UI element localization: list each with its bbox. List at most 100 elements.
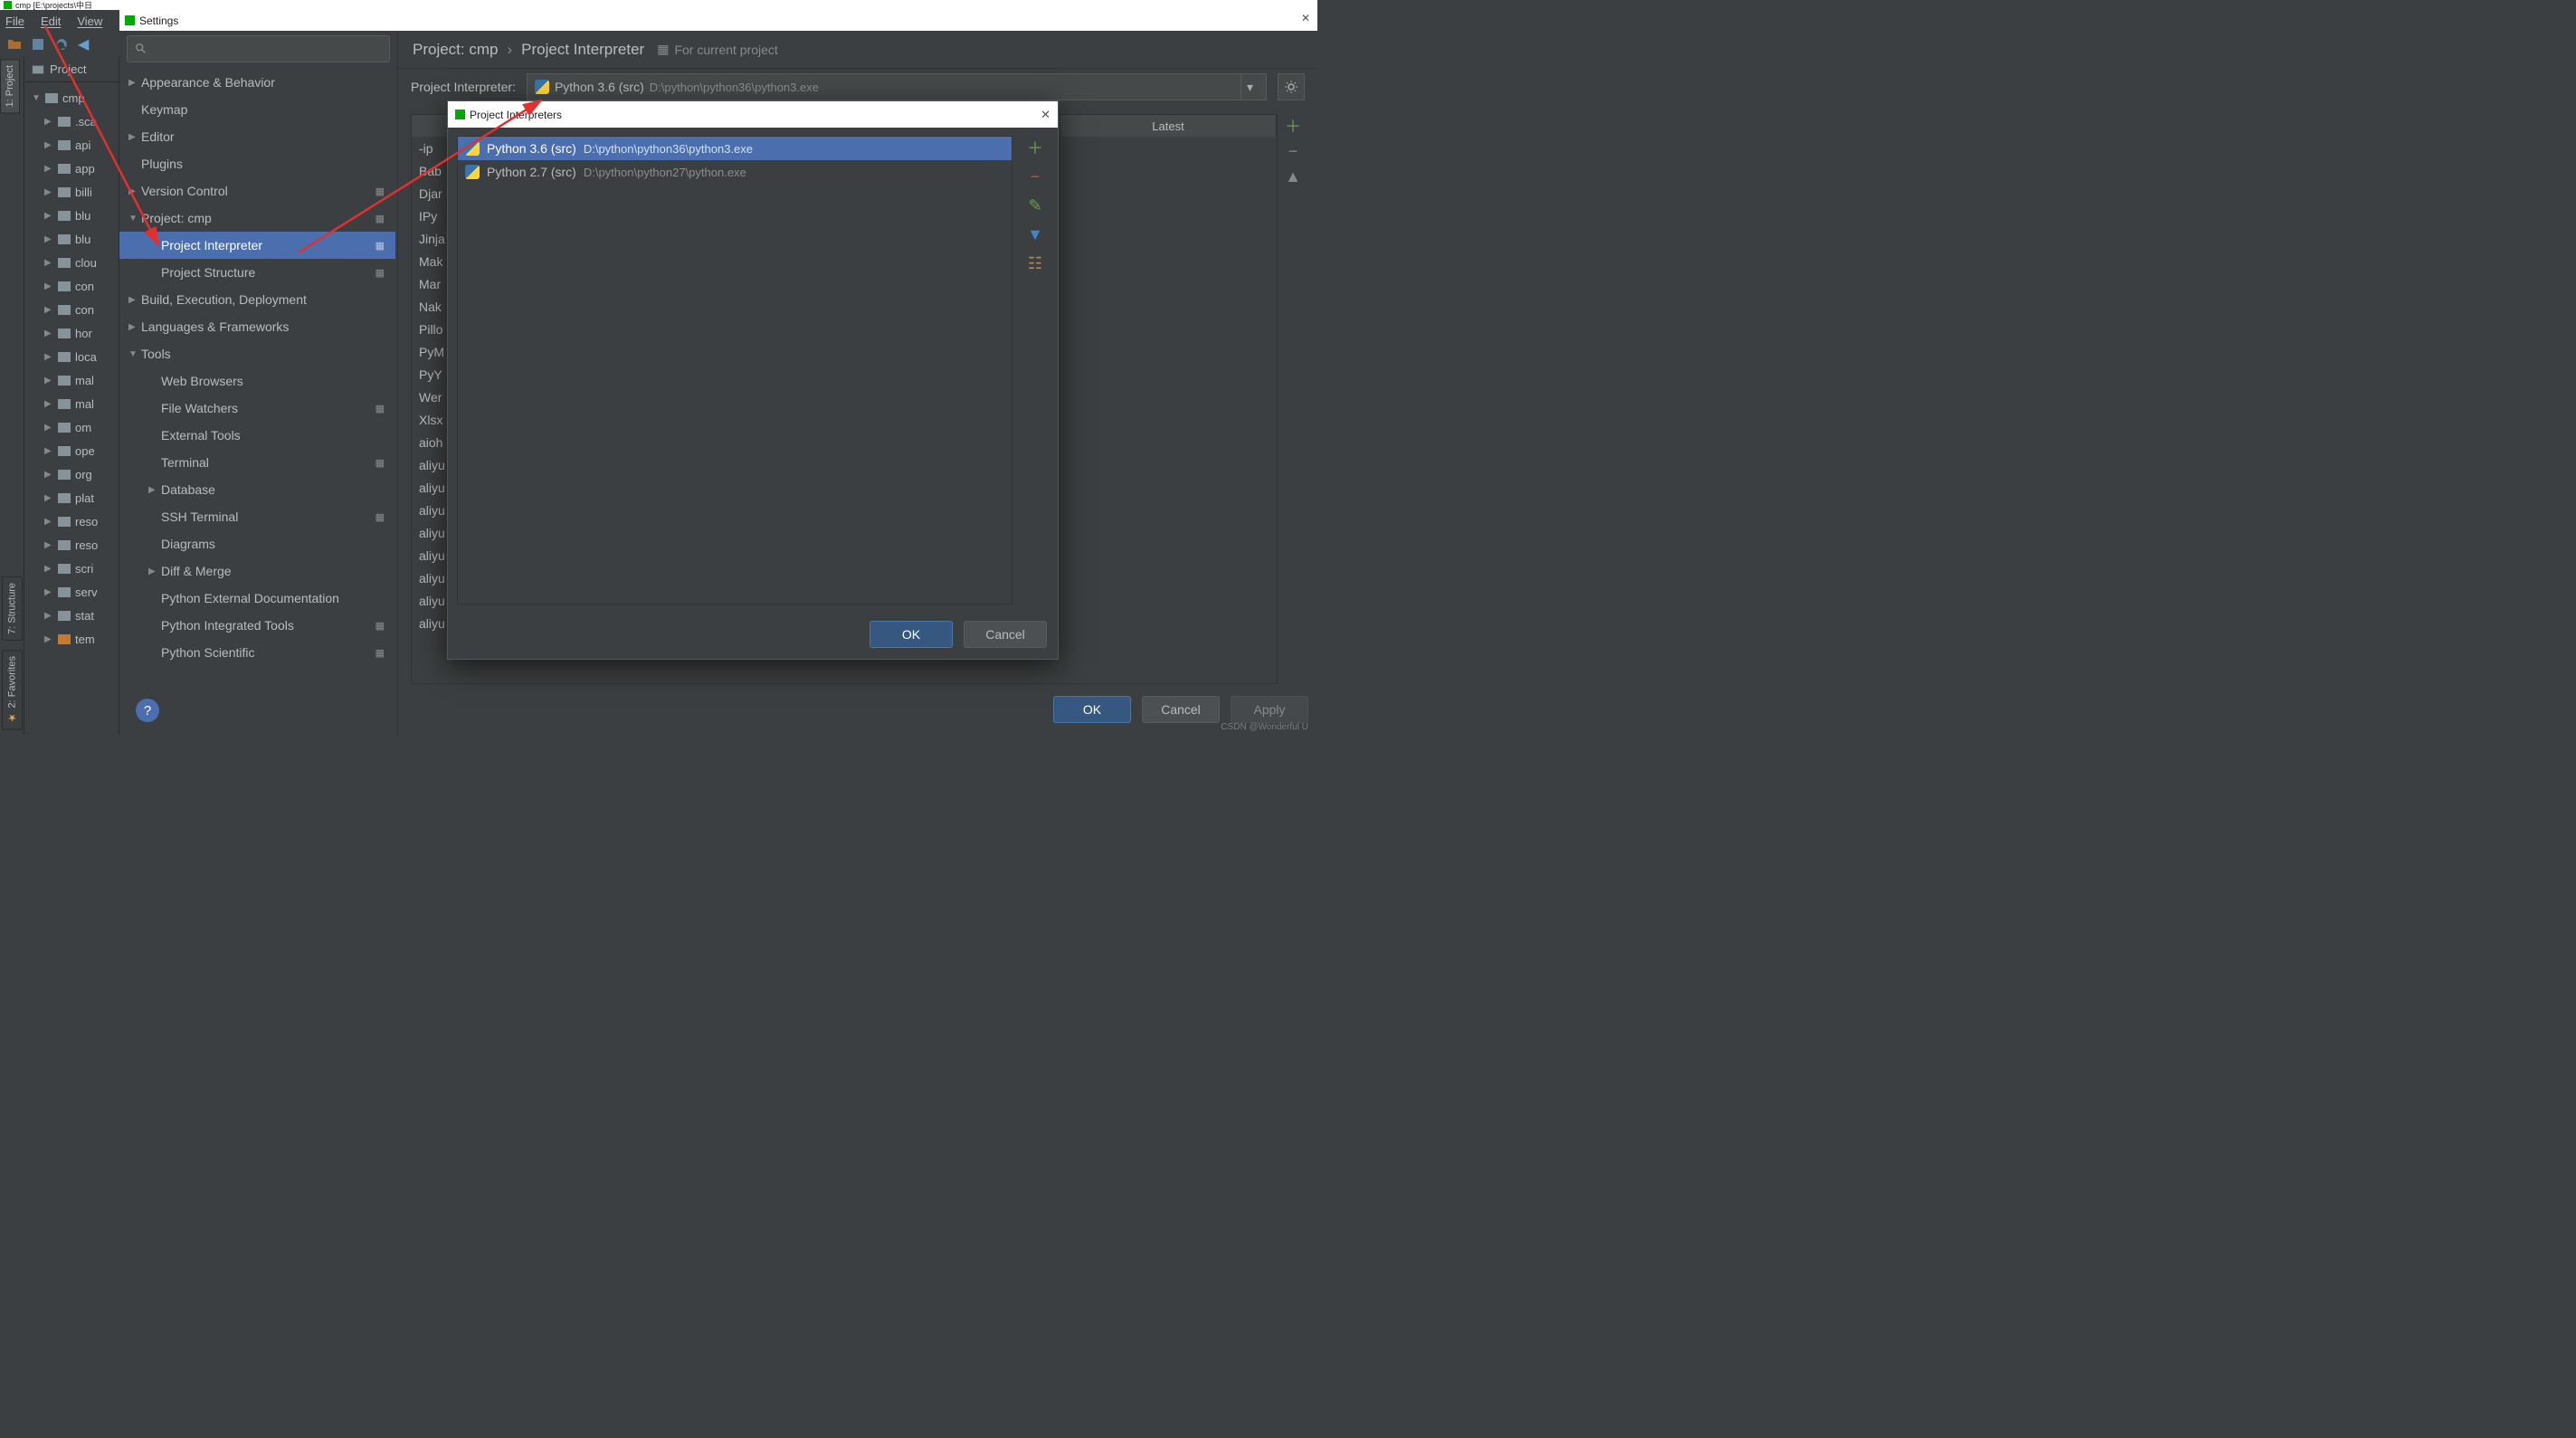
- col-latest[interactable]: Latest: [1060, 115, 1277, 137]
- interpreter-list: Python 3.6 (src)D:\python\python36\pytho…: [457, 136, 1012, 605]
- settings-category[interactable]: ▶Database: [119, 476, 395, 503]
- gutter-structure[interactable]: 7: Structure: [2, 576, 23, 641]
- settings-search[interactable]: [127, 35, 390, 62]
- hint-icon: ▦: [657, 42, 669, 57]
- menu-edit[interactable]: Edit: [41, 14, 61, 28]
- upgrade-package-button[interactable]: ▲: [1283, 167, 1303, 186]
- tree-item[interactable]: ▶clou: [24, 251, 119, 274]
- settings-dialog: Settings ✕ ▶Appearance & BehaviorKeymap▶…: [119, 10, 1317, 735]
- tree-item[interactable]: ▶reso: [24, 533, 119, 557]
- settings-category[interactable]: ▶Languages & Frameworks: [119, 313, 395, 340]
- intp-modal-close-icon[interactable]: ✕: [1041, 108, 1050, 122]
- settings-category[interactable]: Diagrams: [119, 530, 395, 557]
- package-action-buttons: ＋ − ▲: [1281, 116, 1305, 186]
- settings-category[interactable]: ▶Diff & Merge: [119, 557, 395, 585]
- app-icon: [4, 1, 12, 9]
- tree-item[interactable]: ▶mal: [24, 392, 119, 415]
- project-icon: [32, 63, 44, 76]
- settings-category[interactable]: Project Structure▦: [119, 259, 395, 286]
- settings-footer: OK Cancel Apply: [677, 691, 1308, 728]
- help-button[interactable]: ?: [136, 699, 159, 722]
- settings-category[interactable]: Python External Documentation: [119, 585, 395, 612]
- settings-apply-button[interactable]: Apply: [1231, 696, 1308, 723]
- back-icon[interactable]: ◀: [78, 35, 89, 53]
- settings-category[interactable]: ▼Project: cmp▦: [119, 205, 395, 232]
- settings-titlebar: Settings ✕: [119, 10, 1317, 31]
- intp-cancel-button[interactable]: Cancel: [964, 621, 1047, 648]
- paths-interpreter-button[interactable]: ☷: [1025, 253, 1045, 273]
- sync-icon[interactable]: [54, 37, 69, 52]
- project-pane-header[interactable]: Project: [24, 57, 119, 82]
- settings-category[interactable]: External Tools: [119, 422, 395, 449]
- add-package-button[interactable]: ＋: [1283, 116, 1303, 136]
- tree-root[interactable]: ▼cmp: [24, 86, 119, 110]
- gutter-favorites[interactable]: ★2: Favorites: [2, 650, 23, 729]
- settings-ok-button[interactable]: OK: [1053, 696, 1131, 723]
- settings-category[interactable]: Web Browsers: [119, 367, 395, 395]
- tree-item[interactable]: ▶mal: [24, 368, 119, 392]
- gutter-project[interactable]: 1: Project: [0, 59, 20, 113]
- chevron-right-icon: ›: [507, 41, 512, 59]
- tree-item[interactable]: ▶hor: [24, 321, 119, 345]
- settings-category[interactable]: Python Scientific▦: [119, 639, 395, 666]
- tree-item[interactable]: ▶app: [24, 157, 119, 180]
- interpreter-settings-button[interactable]: [1278, 73, 1305, 100]
- tree-item[interactable]: ▶scri: [24, 557, 119, 580]
- project-interpreters-dialog: Project Interpreters ✕ Python 3.6 (src)D…: [447, 100, 1059, 660]
- intp-modal-title: Project Interpreters: [470, 109, 562, 121]
- remove-package-button[interactable]: −: [1283, 141, 1303, 161]
- interpreter-list-item[interactable]: Python 3.6 (src)D:\python\python36\pytho…: [458, 137, 1012, 160]
- watermark: CSDN @Wonderful U: [1221, 722, 1308, 732]
- tree-item[interactable]: ▶reso: [24, 509, 119, 533]
- settings-category[interactable]: Terminal▦: [119, 449, 395, 476]
- tree-item[interactable]: ▶api: [24, 133, 119, 157]
- tree-item[interactable]: ▶billi: [24, 180, 119, 204]
- tree-item[interactable]: ▶con: [24, 298, 119, 321]
- remove-interpreter-button[interactable]: −: [1025, 167, 1045, 186]
- settings-category[interactable]: SSH Terminal▦: [119, 503, 395, 530]
- settings-category[interactable]: ▼Tools: [119, 340, 395, 367]
- interpreter-dropdown[interactable]: Python 3.6 (src) D:\python\python36\pyth…: [527, 73, 1267, 100]
- tree-item[interactable]: ▶plat: [24, 486, 119, 509]
- tree-item[interactable]: ▶tem: [24, 627, 119, 651]
- menu-view[interactable]: View: [77, 14, 102, 28]
- settings-category[interactable]: Python Integrated Tools▦: [119, 612, 395, 639]
- interpreter-label: Project Interpreter:: [411, 80, 516, 94]
- search-icon: [135, 43, 147, 55]
- tree-item[interactable]: ▶ope: [24, 439, 119, 462]
- tree-item[interactable]: ▶loca: [24, 345, 119, 368]
- filter-interpreter-button[interactable]: ▼: [1025, 224, 1045, 244]
- chevron-down-icon[interactable]: ▾: [1240, 74, 1259, 100]
- tree-item[interactable]: ▶om: [24, 415, 119, 439]
- ide-window: FileEditView ◀ cmp 1: Project 7: Structu…: [0, 10, 1317, 735]
- tree-item[interactable]: ▶.sca: [24, 110, 119, 133]
- settings-category[interactable]: Project Interpreter▦: [119, 232, 395, 259]
- settings-category[interactable]: Keymap: [119, 96, 395, 123]
- crumb-leaf: Project Interpreter: [521, 41, 644, 59]
- settings-category[interactable]: ▶Appearance & Behavior: [119, 69, 395, 96]
- settings-app-icon: [125, 15, 135, 25]
- settings-category[interactable]: ▶Build, Execution, Deployment: [119, 286, 395, 313]
- interpreter-list-item[interactable]: Python 2.7 (src)D:\python\python27\pytho…: [458, 160, 1012, 184]
- save-icon[interactable]: [31, 37, 45, 52]
- add-interpreter-button[interactable]: ＋: [1025, 138, 1045, 157]
- settings-category[interactable]: ▶Editor: [119, 123, 395, 150]
- settings-close-icon[interactable]: ✕: [1301, 12, 1310, 24]
- tree-item[interactable]: ▶serv: [24, 580, 119, 604]
- settings-category[interactable]: Plugins: [119, 150, 395, 177]
- edit-interpreter-button[interactable]: ✎: [1025, 195, 1045, 215]
- settings-category[interactable]: ▶Version Control▦: [119, 177, 395, 205]
- tree-item[interactable]: ▶org: [24, 462, 119, 486]
- intp-ok-button[interactable]: OK: [870, 621, 953, 648]
- tree-item[interactable]: ▶stat: [24, 604, 119, 627]
- python-icon: [465, 141, 480, 156]
- settings-categories: ▶Appearance & BehaviorKeymap▶EditorPlugi…: [119, 31, 398, 735]
- open-icon[interactable]: [7, 37, 22, 52]
- tree-item[interactable]: ▶con: [24, 274, 119, 298]
- tree-item[interactable]: ▶blu: [24, 204, 119, 227]
- settings-category[interactable]: File Watchers▦: [119, 395, 395, 422]
- settings-cancel-button[interactable]: Cancel: [1142, 696, 1220, 723]
- tree-item[interactable]: ▶blu: [24, 227, 119, 251]
- menu-file[interactable]: File: [5, 14, 24, 28]
- gear-icon: [1284, 80, 1298, 94]
